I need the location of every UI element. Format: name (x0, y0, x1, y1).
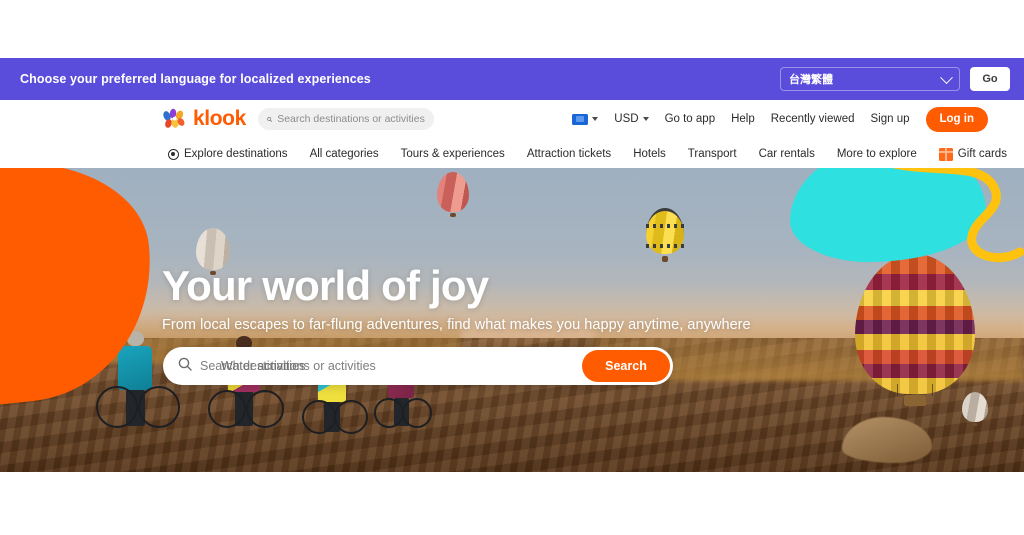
currency-selector[interactable]: USD (614, 113, 649, 125)
chevron-down-icon (642, 117, 649, 121)
nav-item-transport[interactable]: Transport (688, 148, 737, 160)
hero-title: Your world of joy (162, 262, 489, 309)
header-search-placeholder: Search destinations or activities (277, 113, 425, 125)
hero-search-input[interactable]: Search destinations or activities Water … (200, 358, 582, 374)
nav-item-car-rentals[interactable]: Car rentals (759, 148, 815, 160)
klook-homepage: Choose your preferred language for local… (0, 0, 1024, 535)
language-banner: Choose your preferred language for local… (0, 58, 1024, 100)
location-pin-icon (168, 148, 179, 160)
language-banner-controls: 台灣繁體 Go (780, 58, 1010, 100)
header-link-go-to-app[interactable]: Go to app (665, 113, 716, 125)
header-link-help[interactable]: Help (731, 113, 755, 125)
klook-logo[interactable]: klook (162, 107, 246, 131)
language-select-value: 台灣繁體 (789, 74, 833, 86)
header-right-nav: USD Go to app Help Recently viewed Sign … (572, 100, 1024, 138)
flag-icon (572, 113, 589, 125)
klook-logo-text: klook (193, 107, 246, 130)
nav-item-label: Gift cards (957, 148, 1007, 160)
language-go-button[interactable]: Go (970, 67, 1010, 91)
browser-top-strip (0, 0, 1024, 58)
hero-subtitle: From local escapes to far-flung adventur… (162, 317, 751, 334)
hot-air-balloon (646, 208, 684, 262)
gift-icon (938, 147, 953, 161)
nav-item-label: Explore destinations (184, 148, 288, 160)
login-button[interactable]: Log in (925, 106, 988, 132)
nav-item-gift-cards[interactable]: Gift cards (938, 147, 1007, 161)
klook-logo-mark-icon (162, 108, 188, 130)
page-bottom-area (0, 472, 1024, 535)
hero-search-placeholder-secondary: Water activities (221, 359, 306, 373)
search-icon (178, 357, 192, 376)
nav-item-all-categories[interactable]: All categories (310, 148, 379, 160)
chevron-down-icon (940, 71, 953, 85)
language-banner-message: Choose your preferred language for local… (20, 72, 371, 86)
region-selector[interactable] (572, 113, 599, 125)
hero-banner: Your world of joy From local escapes to … (0, 168, 1024, 472)
header-link-recently-viewed[interactable]: Recently viewed (771, 113, 855, 125)
category-nav: Explore destinations All categories Tour… (0, 140, 1024, 168)
language-select[interactable]: 台灣繁體 (780, 67, 960, 91)
chevron-down-icon (592, 117, 599, 121)
nav-item-hotels[interactable]: Hotels (633, 148, 666, 160)
header-link-sign-up[interactable]: Sign up (870, 113, 909, 125)
search-icon (267, 116, 273, 122)
hero-search-bar[interactable]: Search destinations or activities Water … (163, 347, 673, 385)
nav-item-more-to-explore[interactable]: More to explore (837, 148, 917, 160)
decorative-yellow-squiggle (892, 168, 1024, 263)
hot-air-balloon (962, 392, 988, 426)
currency-value: USD (614, 113, 639, 125)
header-search-input[interactable]: Search destinations or activities (257, 108, 434, 130)
nav-item-explore-destinations[interactable]: Explore destinations (168, 148, 288, 160)
hot-air-balloon (437, 172, 469, 217)
site-header: klook Search destinations or activities … (0, 100, 1024, 138)
nav-item-tours-experiences[interactable]: Tours & experiences (401, 148, 505, 160)
hero-copy: Your world of joy From local escapes to … (162, 262, 751, 334)
nav-item-attraction-tickets[interactable]: Attraction tickets (527, 148, 611, 160)
hero-search-button[interactable]: Search (582, 350, 670, 382)
